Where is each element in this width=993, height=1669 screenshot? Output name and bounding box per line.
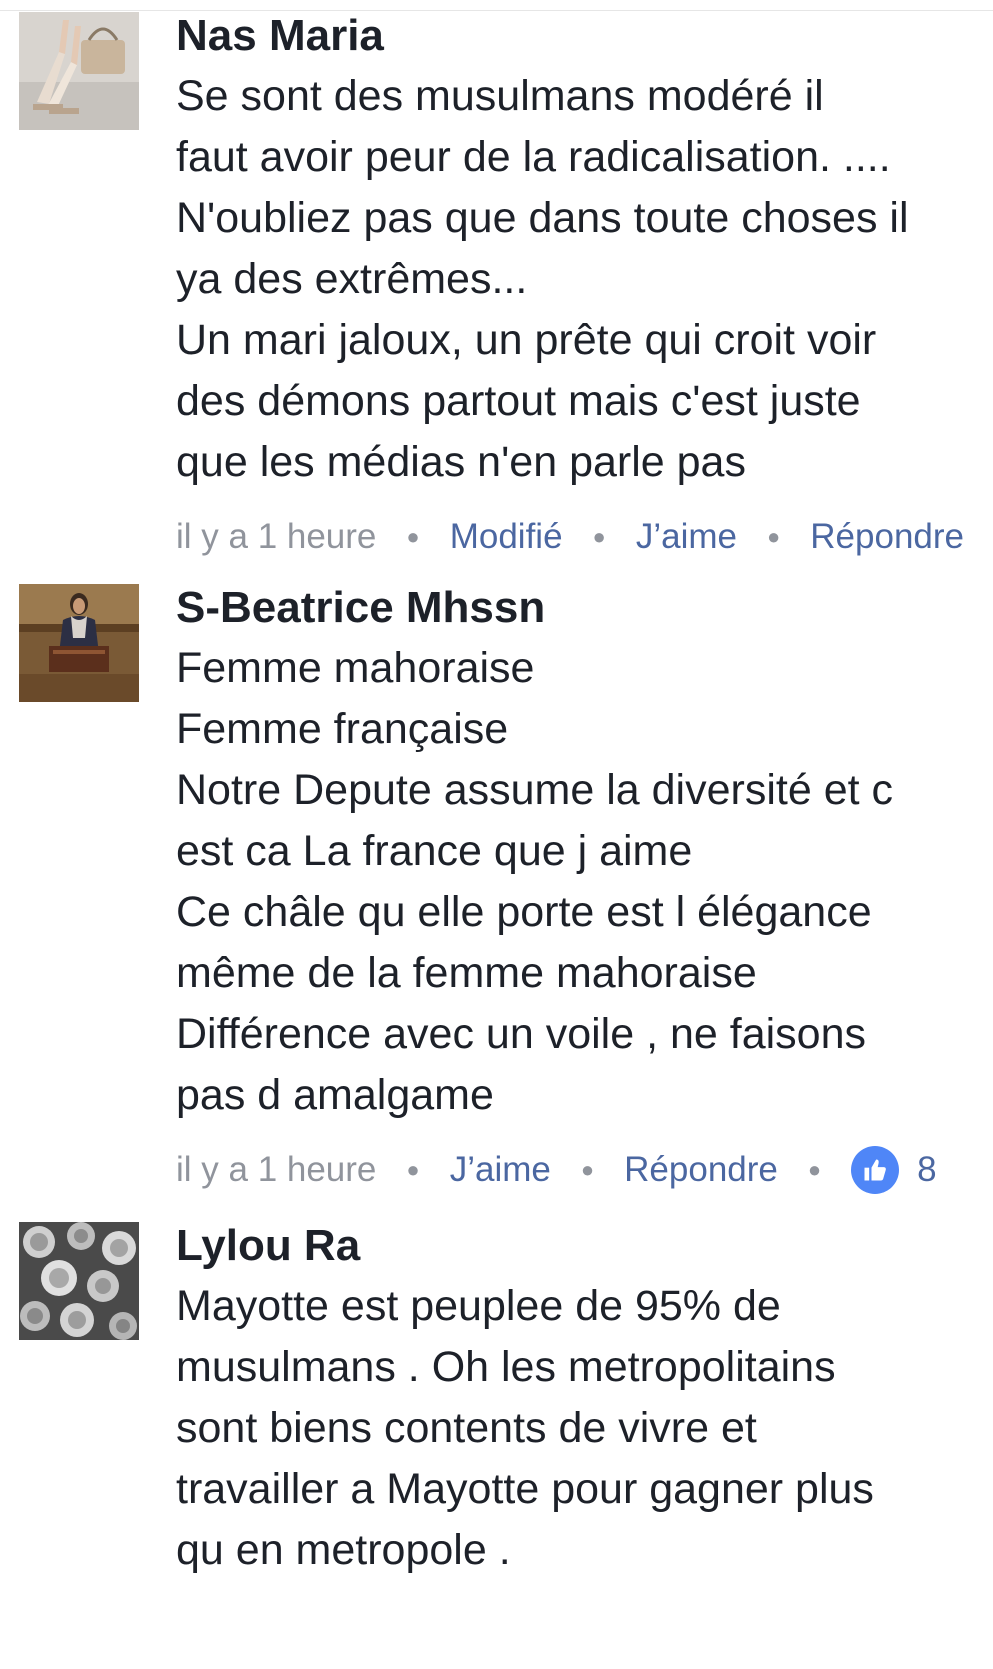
comment-body-line: musulmans . Oh les metropolitains [176, 1343, 836, 1391]
comment-body: Se sont des musulmans modéré il faut avo… [176, 66, 985, 493]
reply-button[interactable]: Répondre [624, 1150, 778, 1190]
comment-body-line: Mayotte est peuplee de 95% de [176, 1282, 781, 1330]
comment-body-line: sont biens contents de vivre et [176, 1404, 757, 1452]
comment-body-line: Femme française [176, 705, 509, 753]
reaction-count: 8 [917, 1150, 937, 1189]
comment-body: Femme mahoraise Femme française Notre De… [176, 638, 985, 1126]
edited-link[interactable]: Modifié [450, 517, 563, 557]
comment-meta: il y a 1 heure ● Modifié ● J’aime ● Répo… [176, 507, 985, 567]
separator-dot: ● [406, 524, 420, 549]
separator-dot: ● [406, 1157, 420, 1182]
comment-body-line: pas d amalgame [176, 1071, 494, 1119]
comment-body: Mayotte est peuplee de 95% de musulmans … [176, 1276, 985, 1581]
comment-timestamp[interactable]: il y a 1 heure [176, 517, 376, 557]
podium-photo-icon [19, 584, 139, 702]
like-button[interactable]: J’aime [450, 1150, 551, 1190]
comment-body-line: N'oubliez pas que dans toute choses il [176, 194, 909, 242]
comment-body-line: Notre Depute assume la diversité et c [176, 766, 893, 814]
comment-body-line: Ce châle qu elle porte est l élégance [176, 888, 872, 936]
comment-author[interactable]: Lylou Ra [176, 1216, 985, 1276]
comment-meta: il y a 1 heure ● J’aime ● Répondre ● 8 [176, 1140, 985, 1200]
comment-author[interactable]: Nas Maria [176, 6, 985, 66]
avatar[interactable] [19, 1222, 139, 1340]
comment-body-line: des démons partout mais c'est juste [176, 377, 861, 425]
reply-button[interactable]: Répondre [810, 517, 964, 557]
comment-body-line: qu en metropole . [176, 1526, 511, 1574]
comment-body-line: faut avoir peur de la radicalisation. ..… [176, 133, 891, 181]
comment-body-line: travailler a Mayotte pour gagner plus [176, 1465, 874, 1513]
comment-body-line: Un mari jaloux, un prête qui croit voir [176, 316, 877, 364]
thumbs-up-icon [851, 1146, 900, 1194]
separator-dot: ● [580, 1157, 595, 1182]
like-button[interactable]: J’aime [636, 517, 737, 557]
comment-body-line: même de la femme mahoraise [176, 949, 757, 997]
comment-timestamp[interactable]: il y a 1 heure [176, 1150, 376, 1190]
avatar[interactable] [19, 584, 139, 702]
comment-body-line: Se sont des musulmans modéré il [176, 72, 824, 120]
thumbs-up-glyph [864, 1159, 887, 1181]
separator-dot: ● [766, 524, 781, 549]
avatar[interactable] [19, 12, 139, 130]
separator-dot: ● [592, 524, 606, 549]
comment-body-line: que les médias n'en parle pas [176, 438, 746, 486]
shoes-photo-icon [19, 12, 139, 130]
comment-author[interactable]: S-Beatrice Mhssn [176, 578, 985, 638]
comment-body-line: Femme mahoraise [176, 644, 535, 692]
reaction-summary[interactable]: 8 [851, 1146, 937, 1194]
comment-body-line: Différence avec un voile , ne faisons [176, 1010, 866, 1058]
comment-body-line: est ca La france que j aime [176, 827, 693, 875]
separator-dot: ● [807, 1157, 822, 1182]
roses-photo-icon [19, 1222, 139, 1340]
comment-body-line: ya des extrêmes... [176, 255, 528, 303]
